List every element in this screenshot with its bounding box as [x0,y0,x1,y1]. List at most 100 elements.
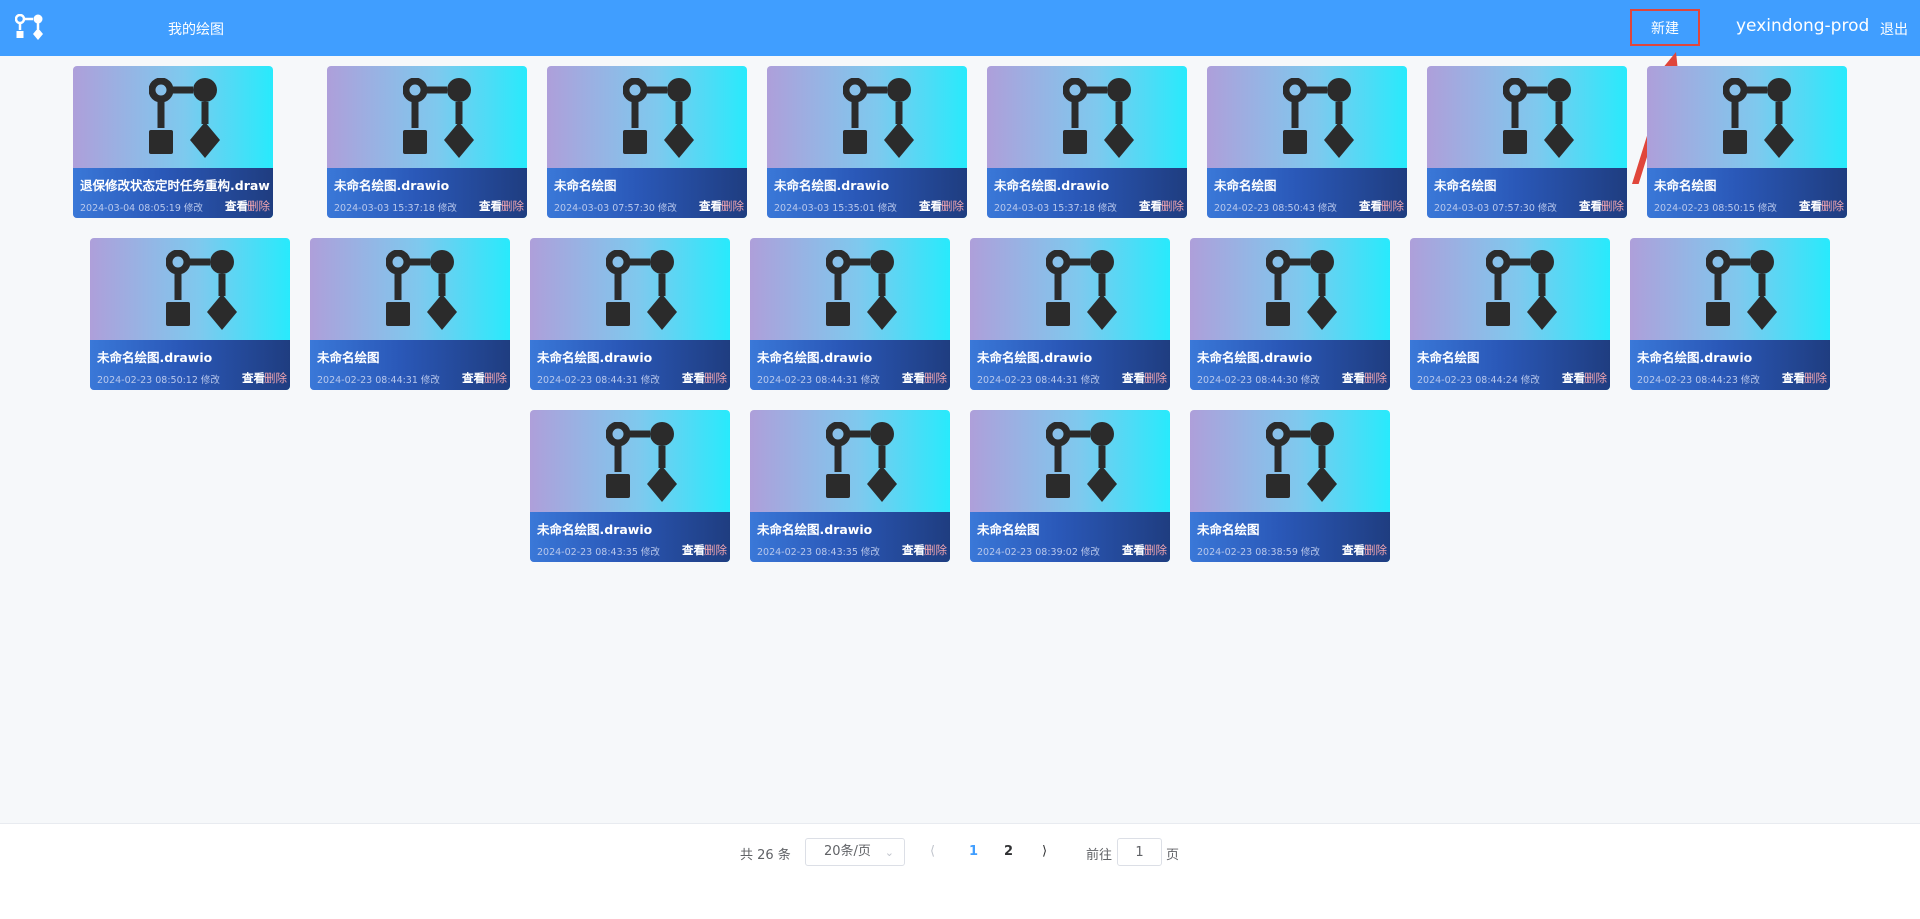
view-button[interactable]: 查看 [1799,198,1822,214]
view-button[interactable]: 查看 [242,370,265,386]
delete-button[interactable]: 删除 [1364,542,1387,558]
card-title: 未命名绘图 [317,350,380,365]
logo-icon[interactable] [15,14,45,44]
card-modified-time: 2024-02-23 08:44:23 修改 [1637,375,1760,386]
drawing-card[interactable]: 未命名绘图 2024-02-23 08:39:02 修改 查看 删除 [970,410,1170,562]
view-button[interactable]: 查看 [682,370,705,386]
view-button[interactable]: 查看 [462,370,485,386]
drawing-card[interactable]: 未命名绘图.drawio 2024-02-23 08:43:35 修改 查看 删除 [530,410,730,562]
view-button[interactable]: 查看 [902,542,925,558]
view-button[interactable]: 查看 [699,198,722,214]
card-thumbnail[interactable] [73,66,273,168]
view-button[interactable]: 查看 [1359,198,1382,214]
diagram-icon [1046,250,1117,330]
card-thumbnail[interactable] [987,66,1187,168]
view-button[interactable]: 查看 [902,370,925,386]
delete-button[interactable]: 删除 [484,370,507,386]
delete-button[interactable]: 删除 [1161,198,1184,214]
drawing-card[interactable]: 未命名绘图.drawio 2024-02-23 08:44:31 修改 查看 删除 [530,238,730,390]
drawing-card[interactable]: 退保修改状态定时任务重构.drawio 2024-03-04 08:05:19 修… [73,66,273,218]
view-button[interactable]: 查看 [682,542,705,558]
page-size-select[interactable]: 20条/页 ⌄ [805,838,905,866]
diagram-icon [403,78,474,158]
delete-button[interactable]: 删除 [501,198,524,214]
card-thumbnail[interactable] [1190,238,1390,340]
view-button[interactable]: 查看 [1579,198,1602,214]
card-thumbnail[interactable] [767,66,967,168]
next-page-button[interactable]: ⟩ [1042,844,1047,859]
card-thumbnail[interactable] [1630,238,1830,340]
diagram-icon [1266,422,1337,502]
view-button[interactable]: 查看 [1122,542,1145,558]
drawing-card[interactable]: 未命名绘图 2024-02-23 08:44:24 修改 查看 删除 [1410,238,1610,390]
delete-button[interactable]: 删除 [1821,198,1844,214]
view-button[interactable]: 查看 [479,198,502,214]
delete-button[interactable]: 删除 [1601,198,1624,214]
drawing-card[interactable]: 未命名绘图.drawio 2024-03-03 15:35:01 修改 查看 删除 [767,66,967,218]
card-thumbnail[interactable] [1647,66,1847,168]
view-button[interactable]: 查看 [1122,370,1145,386]
card-thumbnail[interactable] [970,410,1170,512]
delete-button[interactable]: 删除 [1364,370,1387,386]
card-thumbnail[interactable] [547,66,747,168]
card-modified-time: 2024-03-03 15:35:01 修改 [774,203,897,214]
card-thumbnail[interactable] [310,238,510,340]
drawing-card[interactable]: 未命名绘图.drawio 2024-02-23 08:44:31 修改 查看 删除 [970,238,1170,390]
card-thumbnail[interactable] [90,238,290,340]
card-thumbnail[interactable] [530,238,730,340]
card-thumbnail[interactable] [1410,238,1610,340]
card-thumbnail[interactable] [750,410,950,512]
drawing-card[interactable]: 未命名绘图.drawio 2024-02-23 08:50:12 修改 查看 删除 [90,238,290,390]
delete-button[interactable]: 删除 [1381,198,1404,214]
card-thumbnail[interactable] [1427,66,1627,168]
drawing-card[interactable]: 未命名绘图.drawio 2024-02-23 08:44:30 修改 查看 删除 [1190,238,1390,390]
card-thumbnail[interactable] [327,66,527,168]
new-drawing-button[interactable]: 新建 [1630,9,1700,46]
delete-button[interactable]: 删除 [247,198,270,214]
delete-button[interactable]: 删除 [1144,542,1167,558]
card-footer: 未命名绘图 2024-02-23 08:39:02 修改 查看 删除 [970,512,1170,562]
card-thumbnail[interactable] [750,238,950,340]
drawing-card[interactable]: 未命名绘图 2024-03-03 07:57:30 修改 查看 删除 [547,66,747,218]
drawing-card[interactable]: 未命名绘图 2024-02-23 08:38:59 修改 查看 删除 [1190,410,1390,562]
card-thumbnail[interactable] [1190,410,1390,512]
delete-button[interactable]: 删除 [924,370,947,386]
delete-button[interactable]: 删除 [704,370,727,386]
drawing-card[interactable]: 未命名绘图.drawio 2024-02-23 08:44:31 修改 查看 删除 [750,238,950,390]
card-modified-time: 2024-02-23 08:44:31 修改 [757,375,880,386]
view-button[interactable]: 查看 [1562,370,1585,386]
card-thumbnail[interactable] [970,238,1170,340]
view-button[interactable]: 查看 [1139,198,1162,214]
logout-link[interactable]: 退出 [1880,19,1908,39]
delete-button[interactable]: 删除 [1584,370,1607,386]
prev-page-button[interactable]: ⟨ [930,844,935,859]
delete-button[interactable]: 删除 [704,542,727,558]
delete-button[interactable]: 删除 [1804,370,1827,386]
delete-button[interactable]: 删除 [264,370,287,386]
drawing-card[interactable]: 未命名绘图.drawio 2024-02-23 08:43:35 修改 查看 删除 [750,410,950,562]
view-button[interactable]: 查看 [1782,370,1805,386]
drawing-card[interactable]: 未命名绘图 2024-03-03 07:57:30 修改 查看 删除 [1427,66,1627,218]
drawing-card[interactable]: 未命名绘图 2024-02-23 08:50:15 修改 查看 删除 [1647,66,1847,218]
drawing-card[interactable]: 未命名绘图.drawio 2024-03-03 15:37:18 修改 查看 删除 [987,66,1187,218]
delete-button[interactable]: 删除 [941,198,964,214]
card-thumbnail[interactable] [530,410,730,512]
page-number-1[interactable]: 1 [969,844,978,859]
goto-page-input[interactable] [1117,838,1162,866]
drawing-card[interactable]: 未命名绘图.drawio 2024-03-03 15:37:18 修改 查看 删除 [327,66,527,218]
delete-button[interactable]: 删除 [721,198,744,214]
nav-my-drawings[interactable]: 我的绘图 [168,19,224,39]
drawing-card[interactable]: 未命名绘图 2024-02-23 08:44:31 修改 查看 删除 [310,238,510,390]
card-modified-time: 2024-03-03 07:57:30 修改 [554,203,677,214]
view-button[interactable]: 查看 [919,198,942,214]
delete-button[interactable]: 删除 [924,542,947,558]
drawing-card[interactable]: 未命名绘图.drawio 2024-02-23 08:44:23 修改 查看 删除 [1630,238,1830,390]
card-title: 未命名绘图.drawio [1637,350,1753,365]
card-thumbnail[interactable] [1207,66,1407,168]
view-button[interactable]: 查看 [1342,370,1365,386]
drawing-card[interactable]: 未命名绘图 2024-02-23 08:50:43 修改 查看 删除 [1207,66,1407,218]
delete-button[interactable]: 删除 [1144,370,1167,386]
view-button[interactable]: 查看 [1342,542,1365,558]
page-number-2[interactable]: 2 [1004,844,1013,859]
view-button[interactable]: 查看 [225,198,248,214]
